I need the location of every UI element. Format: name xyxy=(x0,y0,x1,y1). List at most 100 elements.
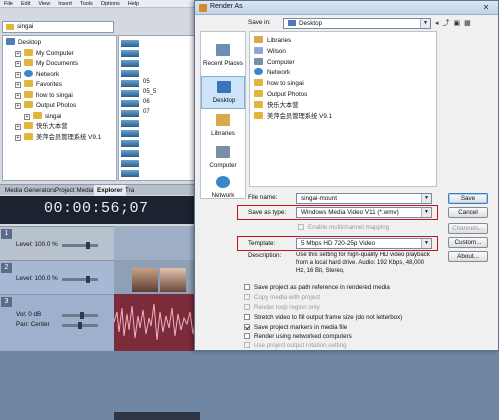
explorer-file-list[interactable]: 05 05_5 06 07 xyxy=(118,35,198,181)
tree-item[interactable]: + how to singai xyxy=(15,90,73,101)
save-as-type-combo[interactable]: Windows Media Video V11 (*.wmv) ▼ xyxy=(296,207,432,218)
dialog-title-bar[interactable]: Render As ✕ xyxy=(195,1,498,15)
expand-icon[interactable]: + xyxy=(15,103,21,109)
tree-item[interactable]: + My Documents xyxy=(15,59,78,69)
expand-icon[interactable]: + xyxy=(15,124,21,130)
tree-item[interactable]: + singai xyxy=(24,111,61,122)
template-combo[interactable]: 5 Mbps HD 720-25p Video ▼ xyxy=(296,238,432,249)
channels-button[interactable]: Channels... xyxy=(448,223,488,234)
file-thumbnail-row[interactable]: 05 xyxy=(121,79,195,88)
tree-item[interactable]: + My Computer xyxy=(15,48,74,59)
level-slider[interactable] xyxy=(62,242,98,249)
recent-places-icon xyxy=(216,44,230,56)
custom-button[interactable]: Custom... xyxy=(448,237,488,248)
save-button[interactable]: Save xyxy=(448,193,488,204)
close-icon[interactable]: ✕ xyxy=(478,3,494,13)
track-lane-1[interactable] xyxy=(114,226,200,260)
view-menu-icon[interactable]: ▦ xyxy=(464,20,475,27)
file-thumbnail-row[interactable] xyxy=(121,40,195,48)
file-item[interactable]: 美萍会员管理系统 V9.1 xyxy=(254,111,332,122)
expand-icon[interactable]: + xyxy=(15,61,21,67)
file-item[interactable]: Wilson xyxy=(254,46,286,57)
menu-bar: File Edit View Insert Tools Options Help xyxy=(0,0,200,8)
menu-item-view[interactable]: View xyxy=(38,1,50,7)
file-thumbnail-row[interactable] xyxy=(121,160,195,168)
expand-icon[interactable]: + xyxy=(15,71,21,78)
place-computer[interactable]: Computer xyxy=(201,142,245,175)
explorer-path-combo[interactable]: singai xyxy=(2,21,114,33)
option-loop-region-checkbox[interactable]: Render loop region only xyxy=(244,303,320,312)
file-item[interactable]: Computer xyxy=(254,57,295,68)
place-network[interactable]: Network xyxy=(201,172,245,205)
tree-item-label: Favorites xyxy=(36,81,62,88)
vegas-window: File Edit View Insert Tools Options Help singa… xyxy=(0,0,201,420)
file-item[interactable]: Output Photos xyxy=(254,90,307,100)
file-thumbnail-row[interactable] xyxy=(121,70,195,78)
file-thumbnail-row[interactable] xyxy=(121,60,195,68)
explorer-tree[interactable]: Desktop + My Computer + My Documents + Network… xyxy=(2,35,117,181)
tree-item[interactable]: + 快乐大本营 xyxy=(15,122,67,132)
tree-item[interactable]: + Output Photos xyxy=(15,101,76,111)
nav-toolbar[interactable]: ◂⤴▣▦ xyxy=(435,18,495,29)
menu-item-tools[interactable]: Tools xyxy=(80,1,93,7)
tab-explorer[interactable]: Explorer xyxy=(94,185,126,196)
option-path-reference-checkbox[interactable]: Save project as path reference in render… xyxy=(244,283,390,292)
menu-item-file[interactable]: File xyxy=(4,1,13,7)
file-thumbnail-row[interactable]: 07 xyxy=(121,109,195,118)
menu-item-help[interactable]: Help xyxy=(128,1,139,7)
file-thumbnail-row[interactable] xyxy=(121,50,195,58)
tree-item[interactable]: Desktop xyxy=(6,38,41,48)
tab-tra[interactable]: Tra xyxy=(122,185,137,196)
option-copy-media-checkbox[interactable]: Copy media with project xyxy=(244,293,320,302)
back-icon[interactable]: ◂ xyxy=(435,20,443,27)
file-thumbnail-row[interactable]: 05_5 xyxy=(121,89,195,98)
folder-icon xyxy=(24,80,33,87)
expand-icon[interactable]: + xyxy=(15,134,21,141)
audio-waveform[interactable] xyxy=(113,294,201,351)
file-thumbnail-row[interactable] xyxy=(121,130,195,138)
file-item[interactable]: Network xyxy=(254,68,290,78)
file-thumbnail-row[interactable] xyxy=(121,170,195,178)
tree-item[interactable]: + Network xyxy=(15,69,59,80)
file-thumbnail-row[interactable] xyxy=(121,150,195,158)
file-item[interactable]: how to singai xyxy=(254,79,304,89)
video-clip[interactable] xyxy=(132,268,158,292)
place-recent[interactable]: Recent Places xyxy=(201,40,245,73)
tree-item[interactable]: + 美萍会员管理系统 V9.1 xyxy=(15,132,101,143)
option-stretch-video-checkbox[interactable]: Stretch video to fill output frame size … xyxy=(244,313,402,322)
timeline-ruler[interactable] xyxy=(114,412,200,420)
expand-icon[interactable]: + xyxy=(24,113,30,120)
volume-slider[interactable] xyxy=(62,312,98,319)
place-desktop[interactable]: Desktop xyxy=(201,76,245,109)
option-project-markers-checkbox[interactable]: Save project markers in media file xyxy=(244,323,347,332)
up-folder-icon[interactable]: ⤴ xyxy=(443,20,454,27)
file-list-pane[interactable]: Libraries Wilson Computer Network how to sin… xyxy=(249,31,437,187)
tree-item-label: Desktop xyxy=(18,39,42,46)
option-networked-render-checkbox[interactable]: Render using networked computers xyxy=(244,332,352,341)
file-thumbnail-row[interactable]: 06 xyxy=(121,99,195,108)
expand-icon[interactable]: + xyxy=(15,92,21,99)
video-clip[interactable] xyxy=(160,268,186,292)
expand-icon[interactable]: + xyxy=(15,82,21,88)
menu-item-options[interactable]: Options xyxy=(101,1,120,7)
multichannel-checkbox[interactable]: Enable multichannel mapping xyxy=(298,223,389,232)
tree-item[interactable]: + Favorites xyxy=(15,80,62,90)
file-thumbnail-row[interactable] xyxy=(121,120,195,128)
option-output-rotation-checkbox[interactable]: Use project output rotation setting xyxy=(244,341,347,350)
save-in-combo[interactable]: Desktop ▼ xyxy=(283,18,431,29)
expand-icon[interactable]: + xyxy=(15,50,21,57)
tab-project-media[interactable]: Project Media xyxy=(52,185,97,196)
file-item[interactable]: 快乐大本营 xyxy=(254,100,298,111)
about-button[interactable]: About... xyxy=(448,251,488,262)
pan-slider[interactable] xyxy=(62,322,98,329)
tab-media-generators[interactable]: Media Generators xyxy=(2,185,58,196)
level-slider[interactable] xyxy=(62,276,98,283)
cancel-button[interactable]: Cancel xyxy=(448,207,488,218)
place-libraries[interactable]: Libraries xyxy=(201,110,245,143)
file-thumbnail-row[interactable] xyxy=(121,140,195,148)
menu-item-edit[interactable]: Edit xyxy=(21,1,30,7)
menu-item-insert[interactable]: Insert xyxy=(58,1,72,7)
new-folder-icon[interactable]: ▣ xyxy=(454,20,465,27)
file-name-input[interactable]: singai-mount ▼ xyxy=(296,193,432,204)
file-item[interactable]: Libraries xyxy=(254,36,291,46)
